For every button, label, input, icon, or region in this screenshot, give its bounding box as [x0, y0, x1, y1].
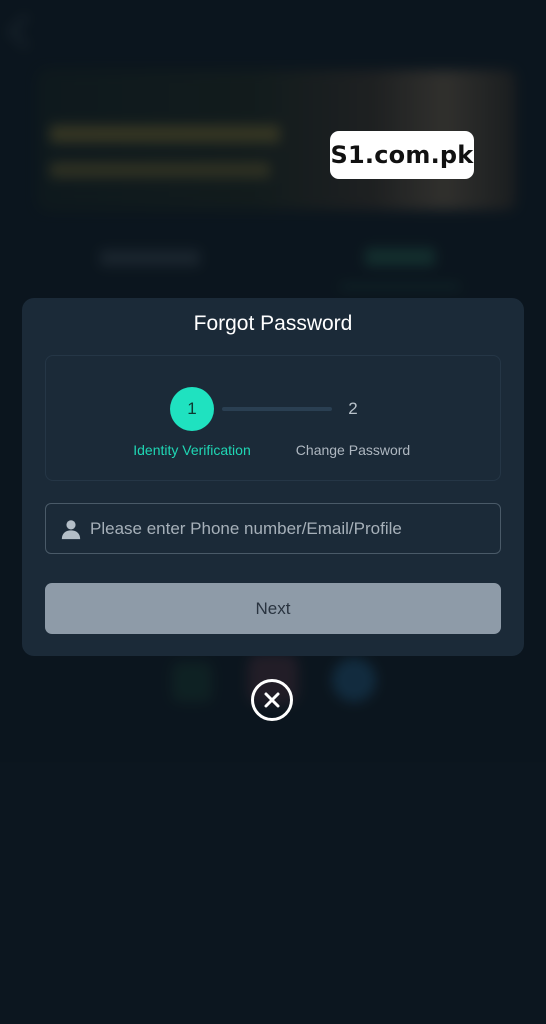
- close-button[interactable]: [251, 679, 293, 721]
- next-button[interactable]: Next: [45, 583, 501, 634]
- close-icon: [264, 692, 280, 708]
- account-input[interactable]: [90, 504, 500, 553]
- user-icon: [61, 519, 81, 539]
- step-2-indicator: 2: [348, 399, 358, 418]
- step-1-label: Identity Verification: [133, 442, 251, 458]
- account-input-container[interactable]: [45, 503, 501, 554]
- step-connector: [222, 407, 332, 411]
- screen: S1.com.pk Forgot Password 1 2 Identity V…: [0, 0, 546, 1024]
- watermark: S1.com.pk: [330, 131, 474, 179]
- step-1-indicator: 1: [170, 387, 214, 431]
- step-2-label: Change Password: [295, 442, 411, 458]
- steps-panel: [45, 355, 501, 481]
- dialog-title: Forgot Password: [193, 312, 353, 335]
- forgot-password-dialog: Forgot Password 1 2 Identity Verificatio…: [22, 298, 524, 656]
